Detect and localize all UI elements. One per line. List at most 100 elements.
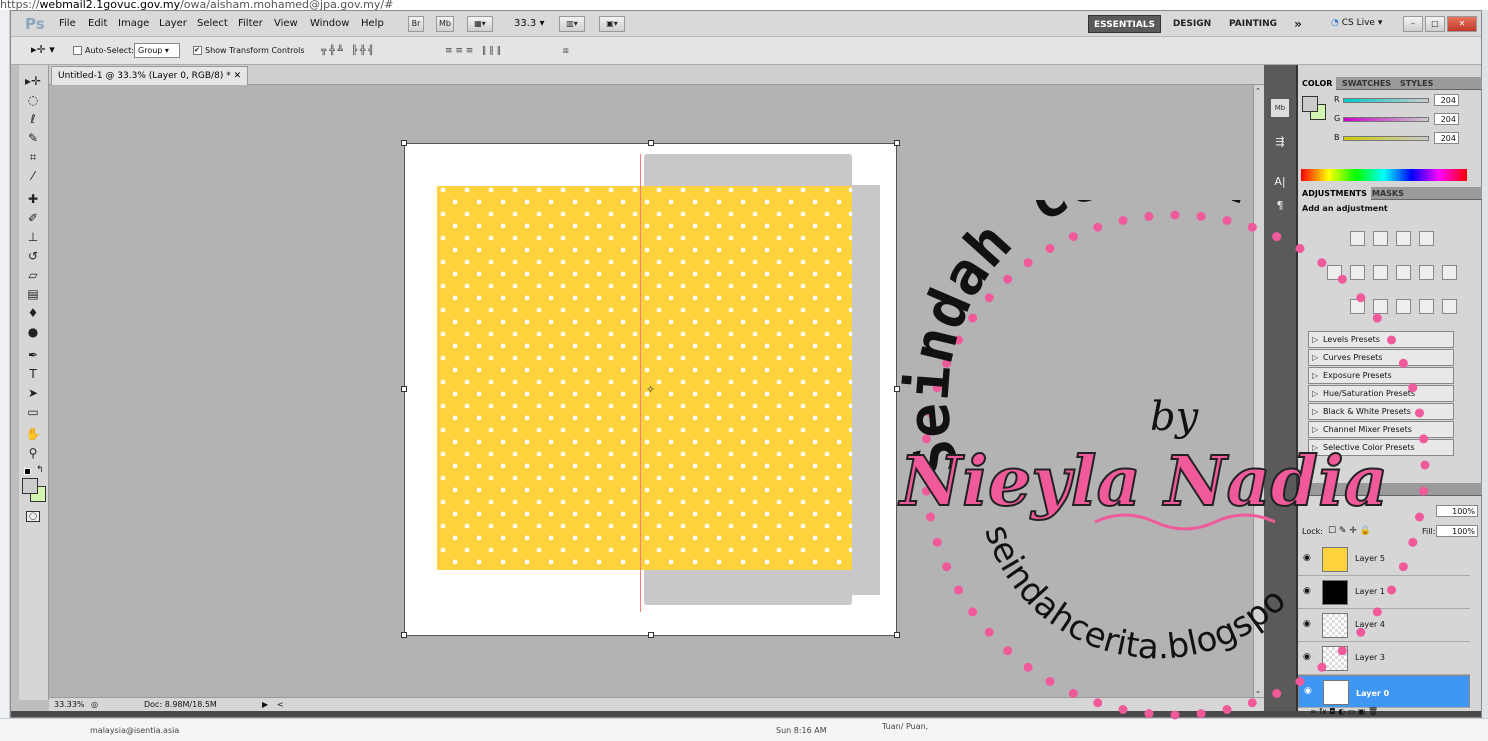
more-workspaces-button[interactable]: » (1291, 15, 1305, 33)
transform-controls-checkbox[interactable]: ✔ (193, 46, 202, 55)
watermark-dot (1419, 486, 1429, 496)
horizontal-scroll-left-icon[interactable]: < (277, 698, 284, 711)
workspace-painting[interactable]: PAINTING (1225, 15, 1281, 33)
tab-styles[interactable]: STYLES (1396, 77, 1437, 90)
color-spectrum-bar[interactable] (1301, 169, 1467, 181)
eyedropper-icon[interactable]: ⁄ (23, 168, 43, 185)
pen-icon[interactable]: ✒ (23, 347, 43, 364)
channel-b-slider[interactable] (1343, 136, 1429, 141)
tab-swatches[interactable]: SWATCHES (1338, 77, 1395, 90)
workspace-essentials[interactable]: ESSENTIALS (1088, 15, 1161, 33)
channel-r-slider[interactable] (1343, 98, 1429, 103)
menu-edit[interactable]: Edit (88, 18, 107, 29)
watermark-dot (1170, 210, 1180, 220)
view-extras-button[interactable]: ▦▾ (467, 16, 493, 32)
transform-handle[interactable] (401, 386, 407, 392)
url-path: /owa/aisham.mohamed@jpa.gov.my/# (180, 0, 394, 10)
move-icon[interactable]: ▸✛ (23, 73, 43, 90)
channel-g-slider[interactable] (1343, 117, 1429, 122)
channel-r-value[interactable]: 204 (1434, 94, 1459, 106)
move-tool-preset-icon[interactable]: ▸✛ ▾ (31, 43, 55, 56)
menu-view[interactable]: View (274, 18, 298, 29)
menu-select[interactable]: Select (197, 18, 228, 29)
menu-image[interactable]: Image (118, 18, 149, 29)
type-icon[interactable]: T (23, 366, 43, 383)
zoom-status[interactable]: 33.33% (54, 698, 85, 711)
gradient-icon[interactable]: ▤ (23, 286, 43, 303)
channel-g-value[interactable]: 204 (1434, 113, 1459, 125)
zoom-icon[interactable]: ⚲ (23, 445, 43, 462)
history-brush-icon[interactable]: ↺ (23, 248, 43, 265)
distribute-buttons-icon[interactable]: ≡ ≡ ≡ ‖ ‖ ‖ (445, 46, 501, 56)
minibridge-panel-icon[interactable]: Mb (1271, 99, 1289, 117)
default-colors-icon[interactable] (24, 468, 31, 475)
close-tab-icon[interactable]: ✕ (234, 71, 242, 81)
tab-adjustments[interactable]: ADJUSTMENTS (1298, 187, 1371, 200)
maximize-button[interactable]: □ (1425, 16, 1445, 32)
lasso-icon[interactable]: ℓ (23, 111, 43, 128)
foreground-color-swatch[interactable] (22, 478, 38, 494)
menu-file[interactable]: File (59, 18, 76, 29)
marquee-icon[interactable]: ◌ (23, 92, 43, 109)
path-select-icon[interactable]: ➤ (23, 385, 43, 402)
transform-center-icon[interactable]: ✧ (646, 383, 655, 396)
watermark-dot (1387, 335, 1396, 345)
blur-icon[interactable]: ♦ (23, 305, 43, 322)
transform-handle[interactable] (401, 632, 407, 638)
transform-handle[interactable] (894, 140, 900, 146)
auto-select-dropdown[interactable]: Group ▾ (134, 43, 180, 58)
auto-select-checkbox[interactable] (73, 46, 82, 55)
zoom-level-value: 33.3 (514, 18, 537, 29)
quick-select-icon[interactable]: ✎ (23, 130, 43, 147)
auto-select-label: Auto-Select: (85, 46, 134, 55)
color-panel-fg-swatch[interactable] (1302, 96, 1318, 112)
transform-handle[interactable] (648, 140, 654, 146)
menu-filter[interactable]: Filter (238, 18, 263, 29)
watermark-dot (1408, 537, 1418, 547)
hand-icon[interactable]: ✋ (23, 426, 43, 443)
dodge-icon[interactable]: ● (23, 324, 43, 341)
brush-icon[interactable]: ✐ (23, 210, 43, 227)
quick-mask-icon[interactable]: ◯ (26, 511, 40, 522)
ps-logo: Ps (25, 15, 45, 33)
align-buttons-icon[interactable]: ╦ ╬ ╩ ╠ ╬ ╣ (321, 46, 374, 56)
minimize-button[interactable]: – (1403, 16, 1423, 32)
watermark-dot (1317, 258, 1327, 268)
auto-align-icon[interactable]: ⧈ (563, 46, 569, 56)
cs-live-menu[interactable]: ◔ CS Live ▾ (1331, 18, 1382, 28)
transform-handle[interactable] (648, 632, 654, 638)
menu-layer[interactable]: Layer (159, 18, 187, 29)
close-window-button[interactable]: ✕ (1447, 16, 1477, 32)
polka-dot-pattern (437, 186, 852, 570)
menu-help[interactable]: Help (361, 18, 384, 29)
spot-heal-icon[interactable]: ✚ (23, 191, 43, 208)
bridge-button[interactable]: Br (408, 16, 424, 32)
watermark-by-text: by (1150, 394, 1200, 440)
swap-colors-icon[interactable]: ↰ (36, 465, 44, 475)
shape-icon[interactable]: ▭ (23, 404, 43, 421)
transform-handle[interactable] (401, 140, 407, 146)
screen-mode-button[interactable]: ▣▾ (599, 16, 625, 32)
cs-live-label: CS Live (1341, 18, 1375, 28)
browser-url-bar[interactable]: https://webmail2.1govuc.gov.my/owa/aisha… (0, 0, 1488, 10)
scroll-up-icon[interactable]: ⌃ (1255, 87, 1261, 95)
tab-color[interactable]: COLOR (1298, 77, 1337, 90)
watermark-dot (984, 627, 994, 637)
crop-icon[interactable]: ⌗ (23, 149, 43, 166)
document-tab[interactable]: Untitled-1 @ 33.3% (Layer 0, RGB/8) * ✕ (51, 66, 249, 85)
status-zoom-icon[interactable]: ◎ (91, 698, 98, 711)
tab-masks[interactable]: MASKS (1368, 187, 1408, 200)
status-menu-arrow-icon[interactable]: ▶ (262, 698, 268, 711)
guide-line[interactable] (640, 154, 641, 612)
arrange-documents-button[interactable]: ▥▾ (559, 16, 585, 32)
stamp-icon[interactable]: ⊥ (23, 229, 43, 246)
workspace-design[interactable]: DESIGN (1170, 15, 1214, 33)
zoom-level-select[interactable]: 33.3 ▾ (514, 18, 544, 29)
history-panel-icon[interactable]: ⇶ (1271, 133, 1289, 151)
character-panel-icon[interactable]: A| (1271, 173, 1289, 191)
channel-b-value[interactable]: 204 (1434, 132, 1459, 144)
minibridge-button[interactable]: Mb (436, 16, 454, 32)
menu-window[interactable]: Window (310, 18, 349, 29)
eraser-icon[interactable]: ▱ (23, 267, 43, 284)
email-time: Sun 8:16 AM (776, 726, 827, 735)
